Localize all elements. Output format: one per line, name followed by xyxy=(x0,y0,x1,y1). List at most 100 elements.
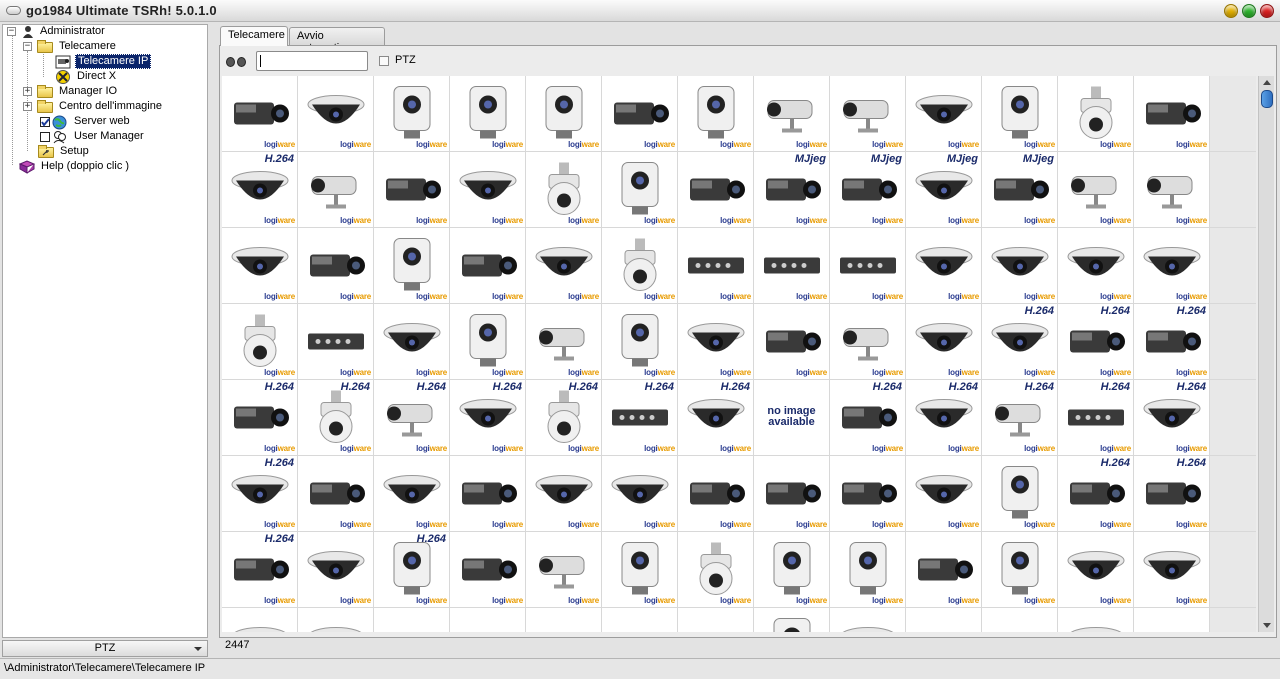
camera-thumbnail[interactable]: logiware xyxy=(450,456,525,531)
checkbox-checked-icon[interactable] xyxy=(40,116,50,127)
camera-thumbnail[interactable]: H.264 logiware xyxy=(982,304,1057,379)
camera-thumbnail[interactable]: MJjeg logiware xyxy=(754,152,829,227)
camera-thumbnail[interactable]: logiware xyxy=(982,608,1057,632)
camera-thumbnail[interactable]: logiware xyxy=(450,532,525,607)
camera-thumbnail[interactable]: H.264 logiware xyxy=(602,380,677,455)
tree-item-telecamere-ip[interactable]: Telecamere IP xyxy=(55,54,152,69)
tab-telecamere[interactable]: Telecamere xyxy=(220,26,288,46)
camera-thumbnail[interactable]: logiware xyxy=(906,532,981,607)
expand-toggle[interactable]: + xyxy=(23,87,32,96)
camera-thumbnail[interactable]: H.264 logiware xyxy=(374,532,449,607)
camera-thumbnail[interactable]: logiware xyxy=(374,456,449,531)
maximize-button[interactable] xyxy=(1242,4,1256,18)
camera-thumbnail[interactable]: H.264 logiware xyxy=(906,380,981,455)
camera-thumbnail[interactable]: logiware xyxy=(298,456,373,531)
camera-thumbnail[interactable]: H.264 logiware xyxy=(1134,456,1209,531)
tree-item-help[interactable]: Help (doppio clic ) xyxy=(18,159,131,174)
camera-thumbnail[interactable]: H.264 logiware xyxy=(1058,304,1133,379)
camera-thumbnail[interactable]: logiware xyxy=(1058,76,1133,151)
camera-thumbnail[interactable]: logiware xyxy=(374,228,449,303)
close-button[interactable] xyxy=(1260,4,1274,18)
camera-thumbnail[interactable]: logiware xyxy=(754,228,829,303)
ptz-dropdown[interactable]: PTZ xyxy=(2,640,208,657)
tree-item-direct-x[interactable]: Direct X xyxy=(55,69,118,84)
expand-toggle[interactable]: + xyxy=(23,102,32,111)
camera-thumbnail[interactable]: logiware xyxy=(1058,532,1133,607)
camera-thumbnail[interactable]: logiware xyxy=(222,76,297,151)
camera-thumbnail[interactable]: logiware xyxy=(678,456,753,531)
camera-thumbnail[interactable]: logiware xyxy=(678,532,753,607)
camera-thumbnail[interactable]: logiware xyxy=(906,76,981,151)
camera-thumbnail[interactable]: logiware xyxy=(602,228,677,303)
camera-thumbnail[interactable]: logiware xyxy=(602,456,677,531)
camera-thumbnail[interactable]: logiware xyxy=(602,304,677,379)
camera-thumbnail[interactable]: H.264 logiware xyxy=(830,380,905,455)
camera-thumbnail[interactable]: logiware xyxy=(830,532,905,607)
tree-item-telecamere[interactable]: − Telecamere xyxy=(23,39,118,54)
camera-thumbnail[interactable]: H.264 logiware xyxy=(526,380,601,455)
camera-thumbnail[interactable]: logiware xyxy=(602,608,677,632)
tab-avvio-automatico[interactable]: Avvio automatico xyxy=(289,27,385,54)
tree-item-server-web[interactable]: Server web xyxy=(40,114,132,130)
vertical-scrollbar[interactable] xyxy=(1258,76,1274,632)
tree-item-setup[interactable]: Setup xyxy=(38,144,91,159)
camera-thumbnail[interactable]: logiware xyxy=(982,228,1057,303)
tree-item-centro-immagine[interactable]: + Centro dell'immagine xyxy=(23,99,164,114)
camera-thumbnail[interactable]: logiware xyxy=(526,608,601,632)
camera-thumbnail[interactable]: logiware xyxy=(1134,228,1209,303)
camera-thumbnail[interactable]: logiware xyxy=(222,304,297,379)
camera-thumbnail[interactable]: logiware xyxy=(982,532,1057,607)
tree-item-administrator[interactable]: − Administrator xyxy=(7,24,107,39)
camera-thumbnail[interactable]: logiware xyxy=(982,456,1057,531)
scrollbar-thumb[interactable] xyxy=(1261,90,1273,108)
camera-thumbnail[interactable]: logiware xyxy=(1134,76,1209,151)
camera-thumbnail[interactable]: logiware xyxy=(374,304,449,379)
camera-thumbnail[interactable]: logiware xyxy=(602,76,677,151)
camera-thumbnail[interactable]: H.264 logiware xyxy=(450,380,525,455)
camera-thumbnail[interactable]: logiware xyxy=(298,152,373,227)
camera-thumbnail[interactable]: logiware xyxy=(906,228,981,303)
collapse-toggle[interactable]: − xyxy=(23,42,32,51)
camera-thumbnail[interactable]: logiware xyxy=(678,608,753,632)
camera-thumbnail[interactable]: logiware xyxy=(298,76,373,151)
camera-thumbnail[interactable]: logiware xyxy=(830,456,905,531)
camera-thumbnail[interactable]: logiware xyxy=(222,228,297,303)
camera-thumbnail[interactable]: logiware xyxy=(754,76,829,151)
tree-item-user-manager[interactable]: User Manager xyxy=(40,129,146,144)
camera-thumbnail[interactable]: logiware xyxy=(298,532,373,607)
search-input[interactable] xyxy=(256,51,368,71)
camera-thumbnail[interactable]: logiware xyxy=(678,76,753,151)
camera-thumbnail[interactable]: logiware xyxy=(526,152,601,227)
camera-thumbnail[interactable]: logiware xyxy=(678,228,753,303)
camera-thumbnail[interactable]: logiware xyxy=(906,304,981,379)
camera-thumbnail[interactable]: logiware xyxy=(298,304,373,379)
scroll-up-arrow-icon[interactable] xyxy=(1263,80,1271,85)
camera-thumbnail[interactable]: H.264 logiware xyxy=(222,532,297,607)
camera-thumbnail[interactable]: logiware xyxy=(678,304,753,379)
camera-thumbnail[interactable]: logiware xyxy=(222,608,297,632)
camera-thumbnail[interactable]: H.264 logiware xyxy=(1058,456,1133,531)
camera-thumbnail[interactable]: H.264 logiware xyxy=(1058,380,1133,455)
camera-thumbnail[interactable]: logiware xyxy=(1134,608,1209,632)
camera-thumbnail[interactable]: logiware xyxy=(754,456,829,531)
camera-thumbnail[interactable]: logiware xyxy=(450,152,525,227)
camera-thumbnail[interactable]: logiware xyxy=(450,228,525,303)
camera-thumbnail[interactable]: H.264 logiware xyxy=(374,380,449,455)
camera-thumbnail[interactable]: logiware xyxy=(830,76,905,151)
camera-thumbnail[interactable]: logiware xyxy=(754,532,829,607)
minimize-button[interactable] xyxy=(1224,4,1238,18)
camera-thumbnail[interactable]: logiware xyxy=(830,228,905,303)
collapse-toggle[interactable]: − xyxy=(7,27,16,36)
camera-thumbnail[interactable]: H.264 logiware xyxy=(222,380,297,455)
camera-thumbnail[interactable]: logiware xyxy=(450,608,525,632)
camera-thumbnail[interactable]: logiware xyxy=(526,456,601,531)
camera-thumbnail[interactable]: logiware xyxy=(526,228,601,303)
camera-thumbnail[interactable]: logiware xyxy=(1134,152,1209,227)
tree-item-manager-io[interactable]: + Manager IO xyxy=(23,84,119,99)
camera-thumbnail[interactable]: MJjeg logiware xyxy=(982,152,1057,227)
camera-thumbnail[interactable]: logiware xyxy=(830,304,905,379)
camera-thumbnail[interactable]: logiware xyxy=(602,532,677,607)
checkbox-unchecked-icon[interactable] xyxy=(40,131,50,142)
camera-thumbnail[interactable]: logiware xyxy=(906,608,981,632)
camera-thumbnail[interactable]: logiware xyxy=(374,608,449,632)
